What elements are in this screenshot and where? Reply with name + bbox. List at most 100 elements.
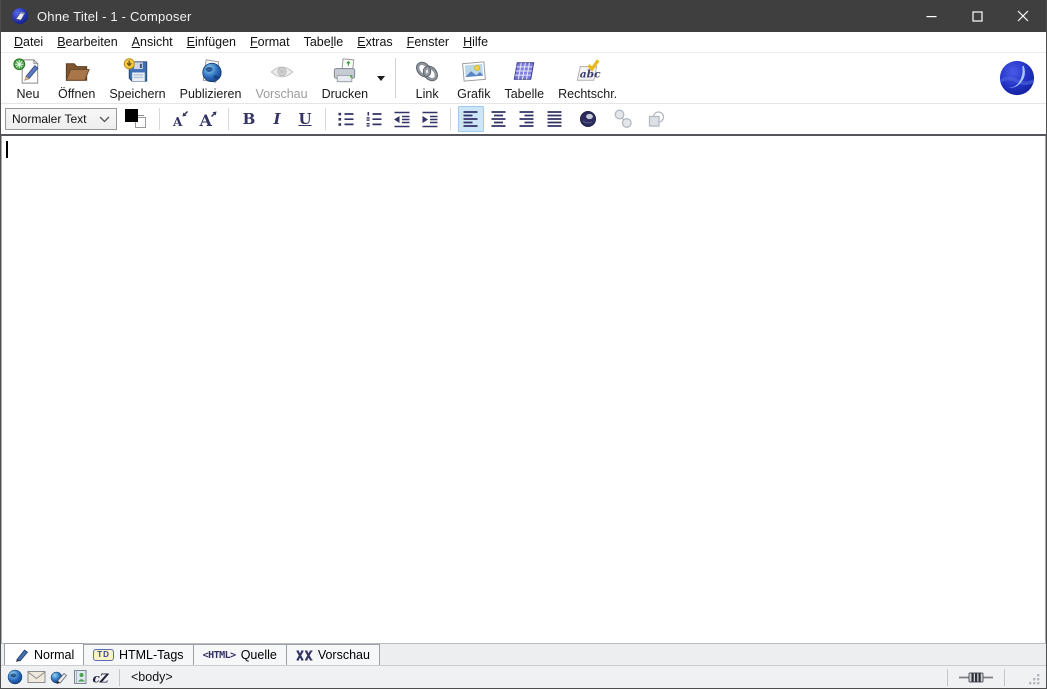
- menu-hilfe[interactable]: Hilfe: [456, 33, 495, 51]
- toolbar-button-label: Grafik: [457, 87, 490, 101]
- toolbar-button-label: Link: [416, 87, 439, 101]
- paragraph-format-value: Normaler Text: [12, 112, 99, 126]
- svg-text:A: A: [172, 115, 183, 129]
- tab-preview[interactable]: Vorschau: [286, 644, 380, 665]
- toolbar-button-label: Neu: [17, 87, 40, 101]
- font-smaller-icon: A: [169, 108, 191, 130]
- underline-button[interactable]: U: [292, 106, 318, 132]
- align-left-button[interactable]: [458, 106, 484, 132]
- align-center-button[interactable]: [486, 106, 512, 132]
- maximize-icon: [972, 11, 983, 22]
- color-picker-tick: [138, 115, 144, 116]
- menu-ansicht[interactable]: Ansicht: [125, 33, 180, 51]
- align-left-icon: [460, 108, 482, 130]
- composer-component-icon[interactable]: [50, 669, 68, 685]
- toolbar-button-label: Öffnen: [58, 87, 95, 101]
- toolbar-button-label: Publizieren: [180, 87, 242, 101]
- italic-button[interactable]: I: [264, 106, 290, 132]
- italic-icon: I: [273, 110, 280, 128]
- open-folder-icon: [61, 56, 93, 87]
- print-dropdown-arrow[interactable]: [375, 56, 387, 100]
- menu-format[interactable]: Format: [243, 33, 297, 51]
- font-larger-icon: A: [197, 108, 219, 130]
- online-status-cell[interactable]: [953, 666, 999, 688]
- chevron-down-icon: [99, 116, 110, 123]
- menu-extras[interactable]: Extras: [350, 33, 399, 51]
- document-edit-area[interactable]: [1, 136, 1046, 643]
- decrease-font-size-button[interactable]: A: [167, 106, 193, 132]
- format-separator: [159, 108, 160, 130]
- composer-window: Ohne Titel - 1 - Composer Datei Bearbeit…: [0, 0, 1047, 689]
- statusbar-separator: [1004, 669, 1005, 686]
- open-button[interactable]: Öffnen: [51, 54, 102, 102]
- format-toolbar: Normaler Text A A B I U: [1, 104, 1046, 136]
- composer-app-icon: [11, 7, 29, 25]
- toolbar-button-label: Tabelle: [504, 87, 544, 101]
- save-button[interactable]: Speichern: [102, 54, 172, 102]
- bullet-list-icon: [335, 108, 357, 130]
- format-separator: [450, 108, 451, 130]
- toolbar-button-label: Rechtschr.: [558, 87, 617, 101]
- menu-datei[interactable]: Datei: [7, 33, 50, 51]
- absolute-position-button[interactable]: [575, 106, 601, 132]
- align-justify-icon: [544, 108, 566, 130]
- addressbook-icon[interactable]: [72, 669, 88, 685]
- svg-text:A: A: [199, 111, 213, 130]
- table-button[interactable]: Tabelle: [497, 54, 551, 102]
- bring-forward-icon: [612, 108, 634, 130]
- publish-button[interactable]: Publizieren: [173, 54, 249, 102]
- html-source-icon: <HTML>: [203, 650, 236, 661]
- send-backward-button: [643, 106, 669, 132]
- tab-normal[interactable]: Normal: [4, 643, 84, 665]
- table-icon: [508, 56, 540, 87]
- chevron-down-icon: [377, 76, 385, 81]
- menu-fenster[interactable]: Fenster: [400, 33, 456, 51]
- status-bar: cZ <body>: [1, 665, 1046, 688]
- bring-forward-button: [610, 106, 636, 132]
- print-button[interactable]: Drucken: [315, 54, 376, 102]
- seamonkey-logo[interactable]: [998, 59, 1036, 97]
- new-page-icon: [12, 56, 44, 87]
- layer-sphere-icon: [577, 108, 599, 130]
- menu-einfuegen[interactable]: Einfügen: [180, 33, 243, 51]
- maximize-button[interactable]: [954, 0, 1000, 32]
- tab-label: HTML-Tags: [119, 648, 184, 662]
- tab-html-tags[interactable]: TD HTML-Tags: [83, 644, 193, 665]
- numbered-list-button[interactable]: [361, 106, 387, 132]
- outdent-button[interactable]: [389, 106, 415, 132]
- indent-button[interactable]: [417, 106, 443, 132]
- bold-button[interactable]: B: [236, 106, 262, 132]
- statusbar-separator: [947, 669, 948, 686]
- edit-mode-tab-bar: Normal TD HTML-Tags <HTML> Quelle Vorsch…: [1, 643, 1046, 665]
- numbered-list-icon: [363, 108, 385, 130]
- title-bar[interactable]: Ohne Titel - 1 - Composer: [1, 0, 1046, 32]
- menu-bar: Datei Bearbeiten Ansicht Einfügen Format…: [1, 32, 1046, 53]
- td-badge-icon: TD: [93, 649, 114, 661]
- menu-bearbeiten[interactable]: Bearbeiten: [50, 33, 124, 51]
- text-color-picker[interactable]: [125, 109, 149, 129]
- spellcheck-button[interactable]: abc Rechtschr.: [551, 54, 624, 102]
- align-justify-button[interactable]: [542, 106, 568, 132]
- preview-button: Vorschau: [248, 54, 314, 102]
- bullet-list-button[interactable]: [333, 106, 359, 132]
- mail-envelope-icon[interactable]: [27, 670, 46, 684]
- image-icon: [458, 56, 490, 87]
- preview-tab-icon: [296, 649, 313, 662]
- increase-font-size-button[interactable]: A: [195, 106, 221, 132]
- selected-element-tag[interactable]: <body>: [125, 670, 179, 684]
- underline-icon: U: [298, 110, 311, 128]
- tab-source[interactable]: <HTML> Quelle: [193, 644, 287, 665]
- resize-grip[interactable]: [1010, 666, 1044, 688]
- image-button[interactable]: Grafik: [450, 54, 497, 102]
- menu-tabelle[interactable]: Tabelle: [297, 33, 351, 51]
- outdent-icon: [391, 108, 413, 130]
- new-button[interactable]: Neu: [5, 54, 51, 102]
- link-button[interactable]: Link: [404, 54, 450, 102]
- close-button[interactable]: [1000, 0, 1046, 32]
- align-right-button[interactable]: [514, 106, 540, 132]
- bold-icon: B: [243, 110, 256, 128]
- minimize-button[interactable]: [908, 0, 954, 32]
- navigator-globe-icon[interactable]: [7, 669, 23, 685]
- paragraph-format-select[interactable]: Normaler Text: [5, 108, 117, 130]
- chatzilla-icon[interactable]: cZ: [92, 670, 110, 685]
